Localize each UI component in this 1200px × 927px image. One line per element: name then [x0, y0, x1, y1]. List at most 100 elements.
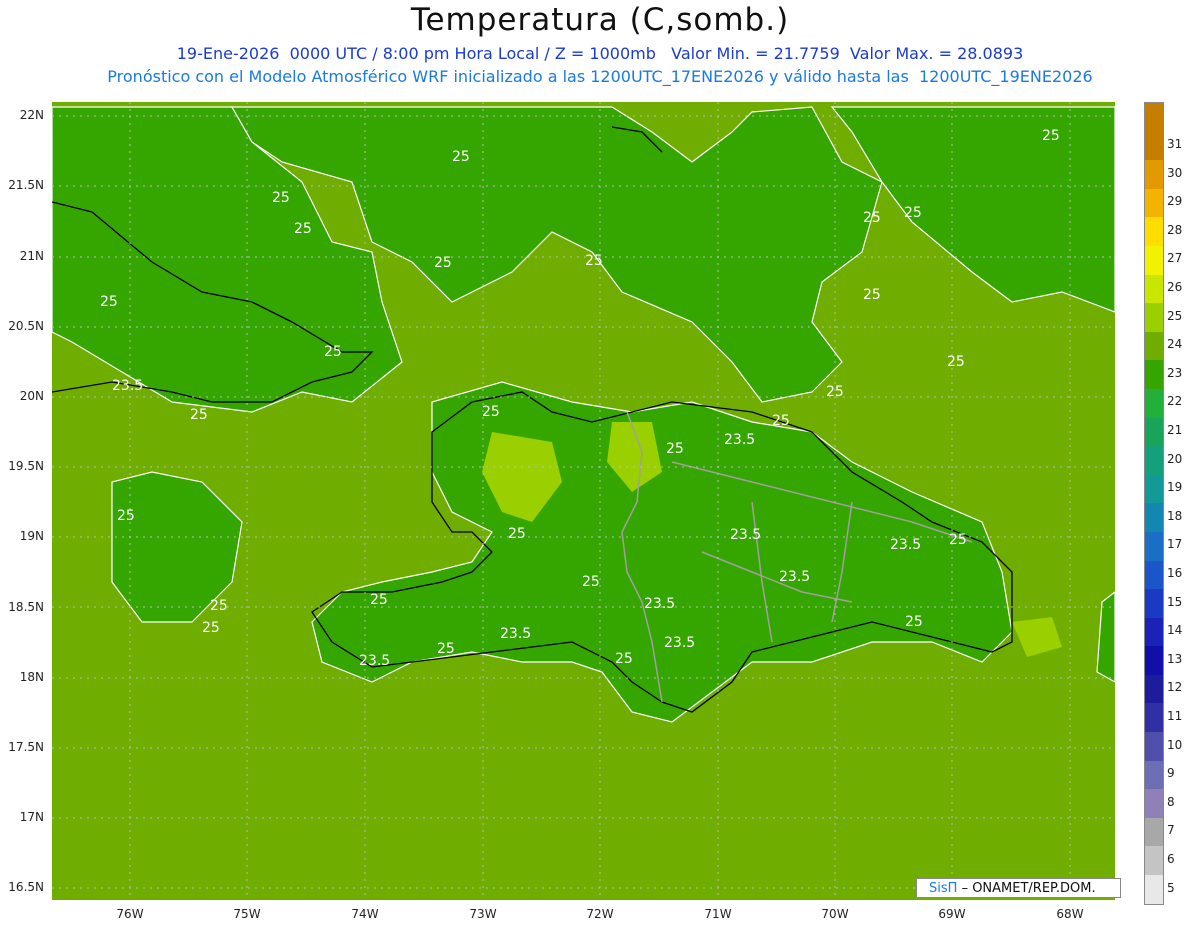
- colorbar-label: 16: [1167, 566, 1183, 581]
- colorbar-label: 9: [1167, 766, 1175, 781]
- colorbar-swatch: [1145, 617, 1163, 647]
- contour-label: 25: [100, 294, 118, 310]
- contour-label: 25: [863, 210, 881, 226]
- colorbar-swatch: [1145, 846, 1163, 876]
- lat-label: 17.5N: [8, 740, 44, 754]
- contour-label: 25: [202, 620, 220, 636]
- contour-label: 25: [117, 508, 135, 524]
- colorbar-swatch: [1145, 503, 1163, 532]
- colorbar-swatch: [1145, 674, 1163, 704]
- colorbar-label: 10: [1167, 737, 1183, 752]
- lat-label: 20N: [19, 389, 44, 403]
- colorbar-swatch: [1145, 646, 1163, 675]
- colorbar-swatch: [1145, 760, 1163, 790]
- colorbar-swatch: [1145, 589, 1163, 618]
- lon-label: 68W: [1056, 907, 1084, 921]
- contour-label: 23.5: [359, 653, 390, 669]
- credit-brand: SisΠ: [929, 881, 958, 896]
- lat-label: 17N: [19, 810, 44, 824]
- colorbar-label: 26: [1167, 279, 1183, 294]
- colorbar-label: 27: [1167, 251, 1183, 266]
- colorbar-label: 11: [1167, 709, 1183, 724]
- contour-label: 25: [666, 441, 684, 457]
- colorbar-label: 29: [1167, 194, 1183, 209]
- contour-label: 25: [294, 221, 312, 237]
- colorbar-label: 30: [1167, 165, 1183, 180]
- colorbar-label: 5: [1167, 880, 1175, 895]
- colorbar-label: 20: [1167, 451, 1183, 466]
- colorbar-swatch: [1145, 331, 1163, 361]
- lat-label: 19N: [19, 529, 44, 543]
- contour-label: 25: [370, 592, 388, 608]
- colorbar-label: 8: [1167, 794, 1175, 809]
- lat-label: 18N: [19, 670, 44, 684]
- colorbar-label: 6: [1167, 852, 1175, 867]
- map-title: Temperatura (C,somb.): [410, 2, 790, 38]
- contour-label: 25: [324, 344, 342, 360]
- contour-label: 25: [210, 598, 228, 614]
- contour-label: 23.5: [664, 635, 695, 651]
- contour-label: 23.5: [890, 537, 921, 553]
- contour-label: 25: [272, 190, 290, 206]
- lon-label: 72W: [586, 907, 614, 921]
- contour-label: 25: [437, 641, 455, 657]
- contour-label: 25: [826, 384, 844, 400]
- colorbar-swatch: [1145, 531, 1163, 561]
- colorbar-label: 23: [1167, 365, 1183, 380]
- lat-label: 18.5N: [8, 600, 44, 614]
- colorbar-label: 19: [1167, 480, 1183, 495]
- colorbar-label: 28: [1167, 222, 1183, 237]
- lon-label: 70W: [821, 907, 849, 921]
- credit-box: SisΠ – ONAMET/REP.DOM.: [916, 878, 1121, 898]
- lon-label: 73W: [469, 907, 497, 921]
- colorbar-label: 13: [1167, 651, 1183, 666]
- contour-label: 25: [434, 255, 452, 271]
- contour-label: 25: [615, 651, 633, 667]
- colorbar-swatch: [1145, 875, 1163, 904]
- lat-label: 21N: [19, 249, 44, 263]
- colorbar-label: 31: [1167, 136, 1183, 151]
- lon-label: 69W: [938, 907, 966, 921]
- lat-label: 22N: [19, 108, 44, 122]
- lon-label: 71W: [704, 907, 732, 921]
- colorbar-swatch: [1145, 789, 1163, 818]
- contour-label: 25: [863, 287, 881, 303]
- contour-label: 25: [904, 205, 922, 221]
- contour-label: 25: [585, 253, 603, 269]
- colorbar-swatch: [1145, 560, 1163, 590]
- lat-label: 19.5N: [8, 459, 44, 473]
- map-svg: 25 25 25 25 25 25 25 25 25 25 25 25 23.5…: [52, 102, 1115, 900]
- colorbar-swatch: [1145, 817, 1163, 847]
- colorbar-label: 21: [1167, 422, 1183, 437]
- colorbar-label: 24: [1167, 337, 1183, 352]
- contour-label: 25: [582, 574, 600, 590]
- contour-label: 25: [947, 354, 965, 370]
- contour-label: 23.5: [112, 378, 143, 394]
- colorbar-swatch: [1145, 360, 1163, 389]
- contour-label: 23.5: [730, 527, 761, 543]
- contour-label: 25: [905, 614, 923, 630]
- colorbar-swatch: [1145, 388, 1163, 418]
- colorbar-swatch: [1145, 303, 1163, 332]
- colorbar-swatch: [1145, 245, 1163, 275]
- colorbar-label: 7: [1167, 823, 1175, 838]
- colorbar-label: 17: [1167, 537, 1183, 552]
- contour-label: 23.5: [644, 596, 675, 612]
- contour-label: 23.5: [779, 569, 810, 585]
- map-area: 25 25 25 25 25 25 25 25 25 25 25 25 23.5…: [52, 102, 1115, 900]
- colorbar-label: 22: [1167, 394, 1183, 409]
- colorbar-swatch: [1145, 217, 1163, 246]
- colorbar-swatch: [1145, 131, 1163, 161]
- contour-label: 25: [1042, 128, 1060, 144]
- credit-text: – ONAMET/REP.DOM.: [961, 881, 1096, 896]
- lat-label: 21.5N: [8, 178, 44, 192]
- colorbar: [1144, 102, 1164, 905]
- lat-label: 16.5N: [8, 880, 44, 894]
- colorbar-swatch: [1145, 703, 1163, 733]
- colorbar-swatch: [1145, 732, 1163, 761]
- contour-label: 23.5: [724, 432, 755, 448]
- colorbar-label: 12: [1167, 680, 1183, 695]
- contour-label: 25: [949, 532, 967, 548]
- colorbar-swatch: [1145, 103, 1163, 132]
- lon-label: 75W: [233, 907, 261, 921]
